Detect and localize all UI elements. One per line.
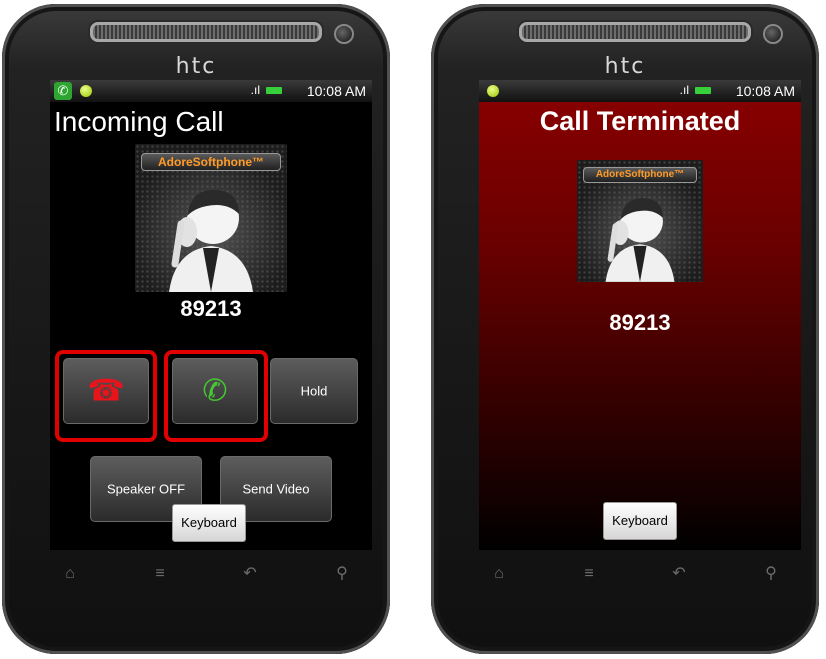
screen: .ıl 10:08 AM Call Terminated AdoreSoftph… bbox=[479, 80, 801, 550]
status-time: 10:08 AM bbox=[306, 83, 366, 99]
hardware-nav-bar: ⌂ ≡ ↶ ⚲ bbox=[50, 554, 372, 594]
back-icon[interactable]: ↶ bbox=[230, 558, 270, 590]
notification-led-icon bbox=[80, 85, 92, 97]
status-bar: ✆ .ıl 10:08 AM bbox=[50, 80, 372, 102]
screen: ✆ .ıl 10:08 AM Incoming Call AdoreSoftph… bbox=[50, 80, 372, 550]
battery-icon bbox=[695, 87, 711, 94]
search-icon[interactable]: ⚲ bbox=[322, 558, 362, 590]
status-time: 10:08 AM bbox=[735, 83, 795, 99]
avatar-brand-tag: AdoreSoftphone™ bbox=[583, 167, 697, 183]
caller-avatar: AdoreSoftphone™ bbox=[577, 160, 703, 282]
call-status-title: Incoming Call bbox=[54, 106, 224, 137]
home-icon[interactable]: ⌂ bbox=[50, 558, 90, 590]
answer-button[interactable]: ✆ bbox=[172, 358, 258, 424]
person-silhouette-icon bbox=[605, 198, 675, 282]
earpiece-speaker bbox=[90, 22, 322, 42]
back-icon[interactable]: ↶ bbox=[659, 558, 699, 590]
earpiece-speaker bbox=[519, 22, 751, 42]
hold-label: Hold bbox=[300, 383, 328, 399]
caller-avatar: AdoreSoftphone™ bbox=[135, 144, 287, 292]
battery-icon bbox=[266, 87, 282, 94]
speaker-label: Speaker OFF bbox=[106, 481, 186, 497]
answer-phone-icon: ✆ bbox=[202, 374, 228, 408]
phone-left: htc ✆ .ıl 10:08 AM Incoming Call AdoreSo… bbox=[2, 4, 390, 654]
signal-icon: .ıl bbox=[250, 83, 260, 97]
keyboard-button[interactable]: Keyboard bbox=[172, 504, 246, 542]
hangup-button[interactable]: ☎ bbox=[63, 358, 149, 424]
signal-icon: .ıl bbox=[679, 83, 689, 97]
notification-led-icon bbox=[487, 85, 499, 97]
hangup-phone-icon: ☎ bbox=[87, 374, 125, 408]
person-silhouette-icon bbox=[169, 189, 253, 292]
status-bar: .ıl 10:08 AM bbox=[479, 80, 801, 102]
home-icon[interactable]: ⌂ bbox=[479, 558, 519, 590]
front-camera bbox=[763, 24, 783, 44]
call-status-title: Call Terminated bbox=[539, 106, 741, 136]
keyboard-button[interactable]: Keyboard bbox=[603, 502, 677, 540]
avatar-brand-tag: AdoreSoftphone™ bbox=[141, 153, 281, 171]
phone-app-icon: ✆ bbox=[54, 82, 72, 100]
send-video-label: Send Video bbox=[242, 481, 310, 497]
caller-number: 89213 bbox=[180, 296, 242, 321]
menu-icon[interactable]: ≡ bbox=[569, 558, 609, 590]
hardware-nav-bar: ⌂ ≡ ↶ ⚲ bbox=[479, 554, 801, 594]
phone-right: htc .ıl 10:08 AM Call Terminated AdoreSo… bbox=[431, 4, 819, 654]
search-icon[interactable]: ⚲ bbox=[751, 558, 791, 590]
caller-number: 89213 bbox=[609, 310, 671, 335]
htc-logo: htc bbox=[175, 54, 217, 79]
front-camera bbox=[334, 24, 354, 44]
menu-icon[interactable]: ≡ bbox=[140, 558, 180, 590]
htc-logo: htc bbox=[604, 54, 646, 79]
hold-button[interactable]: Hold bbox=[270, 358, 358, 424]
